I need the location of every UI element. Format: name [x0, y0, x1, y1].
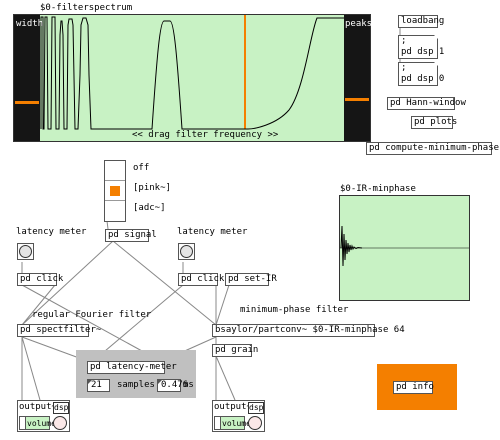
latency-bang-left[interactable] [17, 243, 34, 260]
radio-label-adc: [adc~] [133, 203, 166, 213]
plots-subpatch[interactable]: pd plots [411, 116, 457, 129]
spectrum-curve [14, 15, 370, 141]
volume-label: volume [222, 419, 251, 428]
output-right-dsp-toggle[interactable]: dsp [248, 402, 264, 414]
ms-number-box[interactable]: 0.476 [157, 379, 188, 392]
click-subpatch-right[interactable]: pd click [178, 273, 224, 286]
bang-circle-icon [19, 245, 32, 258]
output-left-volume-slider[interactable]: volume [19, 416, 56, 430]
output-right-volume-slider[interactable]: volume [214, 416, 251, 430]
bang-circle-icon [180, 245, 193, 258]
radio-label-pink: [pink~] [133, 183, 171, 193]
volume-knob [215, 417, 221, 429]
output-left: output~ dsp volume [17, 400, 70, 432]
ir-graph-title: $0-IR-minphase [340, 184, 416, 194]
partconv-object[interactable]: bsaylor/partconv~ $0-IR-minphase 64 [212, 324, 405, 337]
dsp-on-message[interactable]: ; pd dsp 1 [398, 35, 444, 59]
latency-meter-subpatch[interactable]: pd latency-meter [87, 361, 177, 374]
grain-subpatch[interactable]: pd grain [212, 344, 258, 357]
radio-label-off: off [133, 163, 150, 173]
ir-minphase-graph[interactable] [339, 195, 470, 301]
latency-meter-left-label: latency meter [16, 227, 87, 237]
set-ir-subpatch[interactable]: pd set-IR [225, 273, 277, 286]
compute-ir-subpatch[interactable]: pd compute-minimum-phase-IR [366, 142, 500, 155]
output-left-mute-bang[interactable] [53, 416, 67, 430]
radio-cell-pink[interactable] [105, 181, 125, 201]
latency-bang-right[interactable] [178, 243, 195, 260]
radio-selected-marker [110, 186, 120, 196]
radio-cell-off[interactable] [105, 161, 125, 181]
click-subpatch-left[interactable]: pd click [17, 273, 63, 286]
volume-label: volume [27, 419, 56, 428]
loadbang-object[interactable]: loadbang [398, 15, 444, 28]
samples-label: samples [117, 380, 155, 390]
samples-number-box[interactable]: 21 [87, 379, 110, 392]
spectfilter-subpatch[interactable]: pd spectfilter~ [17, 324, 101, 337]
dsp-off-message[interactable]: ; pd dsp 0 [398, 62, 444, 86]
minphase-filter-label: minimum-phase filter [240, 305, 349, 315]
peaks-label: peaks [345, 19, 373, 29]
ir-waveform [340, 225, 469, 267]
output-left-title: output~ [19, 402, 57, 412]
volume-knob [20, 417, 26, 429]
spectrum-title: $0-filterspectrum [40, 3, 133, 13]
width-label: width [16, 19, 44, 29]
drag-filter-label: << drag filter frequency >> [132, 130, 279, 140]
signal-subpatch[interactable]: pd signal [105, 229, 157, 242]
output-left-dsp-toggle[interactable]: dsp [53, 402, 69, 414]
latency-meter-right-label: latency meter [177, 227, 248, 237]
output-right-mute-bang[interactable] [248, 416, 262, 430]
pd-info-subpatch[interactable]: pd info [393, 381, 434, 394]
regular-filter-label: regular Fourier filter [32, 310, 152, 320]
output-right-title: output~ [214, 402, 252, 412]
filter-spectrum-graph[interactable]: width peaks << drag filter frequency >> [13, 14, 373, 142]
dsp-label: dsp [54, 403, 69, 412]
hann-window-subpatch[interactable]: pd Hann-window [387, 97, 466, 110]
ms-label: ms [183, 380, 194, 390]
radio-cell-adc[interactable] [105, 201, 125, 221]
dsp-label: dsp [249, 403, 264, 412]
source-radio[interactable] [104, 160, 126, 222]
output-right: output~ dsp volume [212, 400, 265, 432]
